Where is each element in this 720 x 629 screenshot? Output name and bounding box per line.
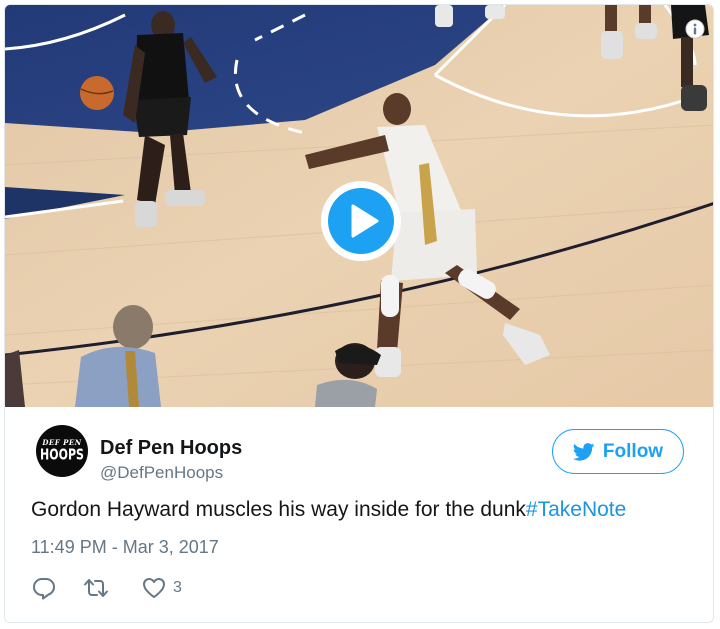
follow-label: Follow	[602, 440, 664, 462]
tweet-body: Gordon Hayward muscles his way inside fo…	[31, 498, 626, 522]
display-name[interactable]: Def Pen Hoops	[100, 437, 242, 460]
retweet-button[interactable]	[83, 575, 109, 601]
tweet-card: DEF PEN HOOPS Def Pen Hoops @DefPenHoops…	[4, 4, 714, 623]
play-button[interactable]	[319, 179, 403, 263]
tweet-actions: 3	[31, 573, 182, 603]
video-player[interactable]	[5, 5, 713, 407]
avatar-big-text: HOOPS	[40, 446, 84, 464]
heart-icon	[143, 578, 165, 598]
reply-button[interactable]	[31, 575, 57, 601]
tweet-body-text: Gordon Hayward muscles his way inside fo…	[31, 498, 526, 521]
reply-icon	[33, 578, 55, 600]
avatar[interactable]: DEF PEN HOOPS	[36, 425, 88, 477]
twitter-bird-icon	[572, 442, 595, 461]
follow-button[interactable]: Follow	[552, 429, 684, 474]
retweet-icon	[84, 579, 108, 597]
info-icon[interactable]	[685, 19, 705, 39]
like-button[interactable]: 3	[141, 575, 182, 601]
hashtag-link[interactable]: #TakeNote	[526, 498, 626, 521]
timestamp[interactable]: 11:49 PM - Mar 3, 2017	[31, 537, 219, 558]
like-count: 3	[173, 579, 182, 596]
user-handle[interactable]: @DefPenHoops	[100, 463, 223, 483]
tweet-header: DEF PEN HOOPS Def Pen Hoops @DefPenHoops…	[5, 407, 713, 487]
